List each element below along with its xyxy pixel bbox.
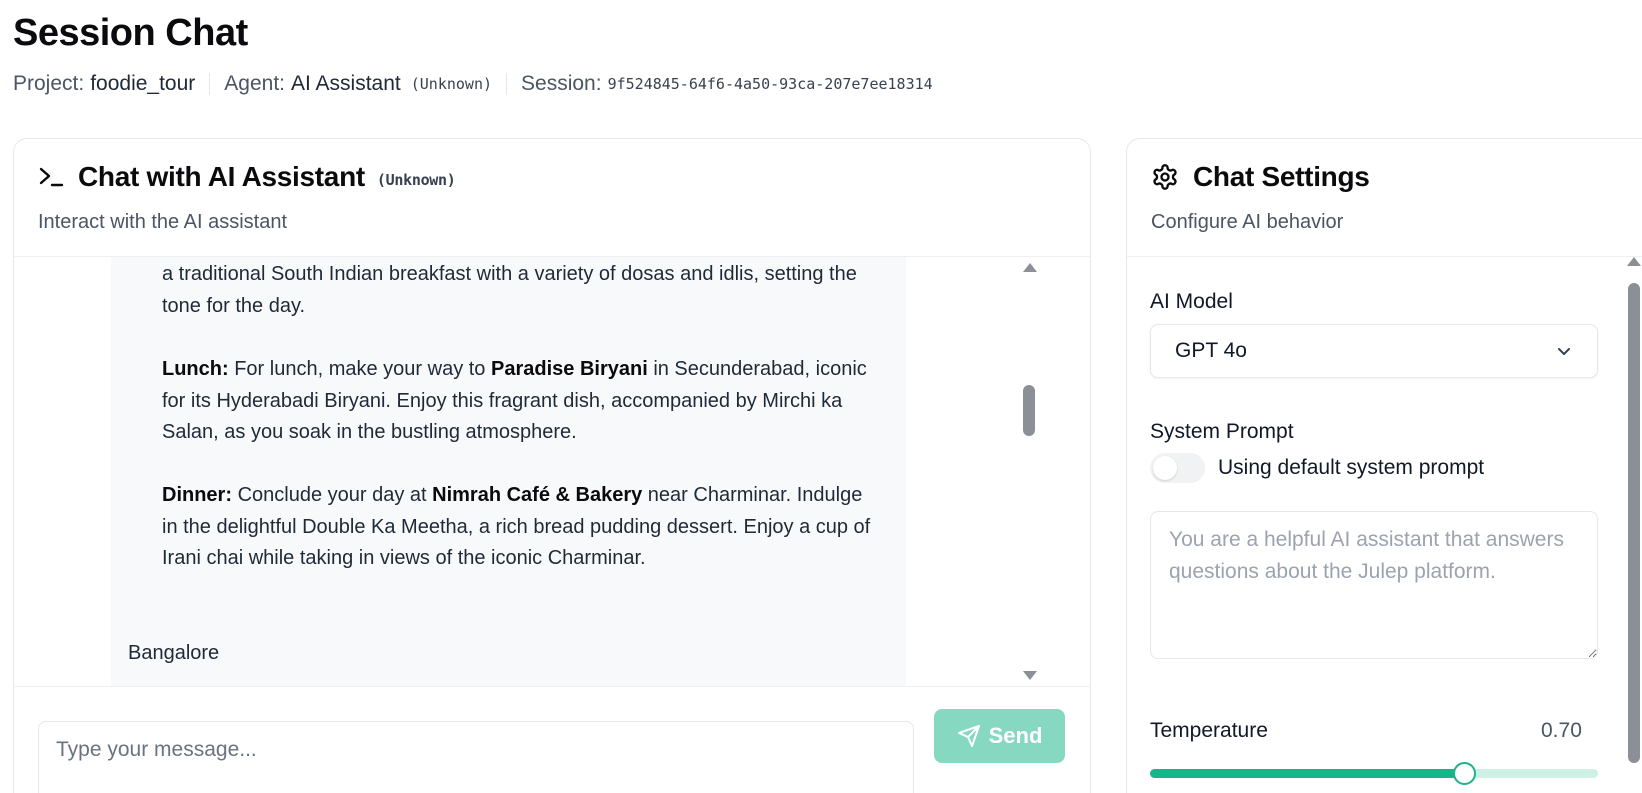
- temperature-label: Temperature: [1150, 719, 1268, 742]
- system-prompt-label: System Prompt: [1150, 420, 1294, 443]
- settings-title-text: Chat Settings: [1193, 161, 1370, 192]
- slider-fill: [1150, 769, 1464, 778]
- chat-subtitle: Interact with the AI assistant: [38, 211, 288, 233]
- temperature-value: 0.70: [1541, 719, 1582, 742]
- model-badge: (Unknown): [376, 171, 456, 189]
- chat-title: Chat with AI Assistant (Unknown): [38, 161, 456, 193]
- project-value: foodie_tour: [90, 72, 196, 95]
- terminal-icon: [38, 164, 64, 190]
- chat-title-text: Chat with AI Assistant: [78, 161, 365, 192]
- message-composer: Send: [14, 686, 1090, 793]
- session-label: Session:: [521, 72, 602, 95]
- chevron-down-icon: [1555, 342, 1573, 360]
- lunch-place: Paradise Biryani: [491, 358, 648, 380]
- session-id: 9f524845-64f6-4a50-93ca-207e7ee18314: [607, 75, 933, 93]
- user-message: Bangalore: [128, 642, 220, 664]
- model-label: AI Model: [1150, 290, 1233, 313]
- agent-model: (Unknown): [410, 75, 493, 93]
- toggle-label: Using default system prompt: [1218, 456, 1485, 479]
- chat-header: Chat with AI Assistant (Unknown) Interac…: [14, 139, 1090, 257]
- send-label: Send: [988, 723, 1043, 748]
- chat-card: Chat with AI Assistant (Unknown) Interac…: [13, 138, 1091, 793]
- meta-divider: [506, 73, 508, 95]
- settings-scrollbar[interactable]: [1626, 253, 1642, 793]
- message-dinner: Dinner: Conclude your day at Nimrah Café…: [162, 480, 882, 575]
- settings-card: Chat Settings Configure AI behavior AI M…: [1126, 138, 1642, 793]
- scroll-down-icon[interactable]: [1023, 671, 1037, 680]
- slider-handle[interactable]: [1452, 762, 1476, 785]
- send-button[interactable]: Send: [934, 709, 1065, 763]
- settings-subtitle: Configure AI behavior: [1151, 211, 1344, 233]
- model-select[interactable]: GPT 4o: [1150, 324, 1598, 378]
- chat-scrollbar[interactable]: [1018, 257, 1040, 686]
- agent-label: Agent:: [224, 72, 286, 95]
- message-lunch: Lunch: For lunch, make your way to Parad…: [162, 354, 882, 449]
- scrollbar-thumb[interactable]: [1628, 283, 1640, 763]
- session-meta: Project: foodie_tour Agent: AI Assistant…: [13, 72, 933, 96]
- toggle-knob: [1153, 456, 1177, 480]
- settings-title: Chat Settings: [1151, 161, 1370, 193]
- meta-divider: [209, 73, 211, 95]
- dinner-text-pre: Conclude your day at: [237, 484, 427, 506]
- default-prompt-toggle-row: Using default system prompt: [1150, 453, 1484, 483]
- default-prompt-toggle[interactable]: [1150, 453, 1205, 483]
- scroll-up-icon[interactable]: [1023, 263, 1037, 272]
- lunch-label: Lunch:: [162, 358, 229, 380]
- paper-plane-icon: [957, 724, 981, 748]
- gear-icon: [1151, 163, 1179, 191]
- agent-value: AI Assistant: [291, 72, 401, 95]
- model-select-value: GPT 4o: [1175, 339, 1247, 362]
- temperature-slider[interactable]: [1150, 762, 1598, 785]
- scroll-up-icon[interactable]: [1627, 257, 1641, 266]
- dinner-label: Dinner:: [162, 484, 232, 506]
- project-label: Project:: [13, 72, 85, 95]
- scrollbar-thumb[interactable]: [1023, 385, 1035, 436]
- message-list[interactable]: a traditional South Indian breakfast wit…: [14, 257, 1090, 686]
- system-prompt-field[interactable]: [1150, 511, 1598, 659]
- message-input[interactable]: [38, 721, 914, 793]
- settings-form: AI Model GPT 4o System Prompt Using defa…: [1127, 257, 1642, 793]
- page-title: Session Chat: [13, 12, 248, 54]
- message-intro: a traditional South Indian breakfast wit…: [162, 263, 857, 317]
- lunch-text-pre: For lunch, make your way to: [234, 358, 486, 380]
- settings-header: Chat Settings Configure AI behavior: [1127, 139, 1642, 257]
- dinner-place: Nimrah Café & Bakery: [432, 484, 643, 506]
